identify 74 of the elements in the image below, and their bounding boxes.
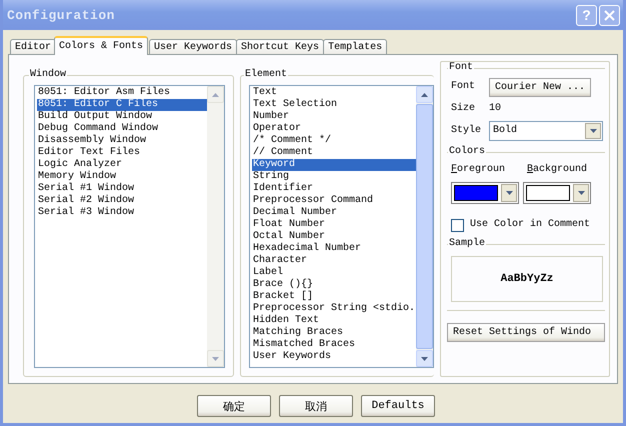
list-item[interactable]: Build Output Window	[37, 111, 207, 123]
field-label: Foregroun	[451, 164, 506, 176]
tab[interactable]: User Keywords	[149, 39, 238, 55]
list-item[interactable]: Text Selection	[252, 99, 416, 111]
list-item[interactable]: Disassembly Window	[37, 135, 207, 147]
checkbox-label: Use Color in Comment	[470, 219, 590, 231]
list-item[interactable]: Number	[252, 111, 416, 123]
list-item[interactable]: Logic Analyzer	[37, 159, 207, 171]
list-item[interactable]: /* Comment */	[252, 135, 416, 147]
list-item[interactable]: Debug Command Window	[37, 123, 207, 135]
scrollbar[interactable]	[416, 86, 433, 367]
window-list[interactable]	[34, 85, 225, 368]
up-arrow-icon	[421, 92, 428, 96]
list-item[interactable]: Memory Window	[37, 171, 207, 183]
group-label: Font	[448, 62, 474, 74]
list-item[interactable]: Preprocessor String <stdio.	[252, 303, 416, 315]
reset-button[interactable]: Reset Settings of Windo	[447, 323, 605, 342]
list-item[interactable]: 8051: Editor C Files	[37, 99, 207, 111]
font-button[interactable]: Courier New ...	[489, 78, 592, 96]
close-icon	[604, 10, 615, 20]
group-label: Window	[29, 69, 68, 81]
sample-text: AaBbYyZz	[500, 273, 554, 285]
list-item[interactable]: Hexadecimal Number	[252, 243, 416, 255]
list-item[interactable]: Serial #1 Window	[37, 183, 207, 195]
list-item[interactable]: Serial #2 Window	[37, 195, 207, 207]
scrollbar[interactable]	[207, 86, 224, 367]
down-arrow-icon	[421, 356, 428, 360]
field-label: Background	[527, 164, 588, 176]
dialog-button[interactable]: Defaults	[361, 395, 435, 417]
list-item[interactable]: Float Number	[252, 219, 416, 231]
size-value: 10	[489, 103, 502, 115]
list-item[interactable]: Hidden Text	[252, 315, 416, 327]
tab[interactable]: Shortcut Keys	[236, 39, 324, 55]
list-item[interactable]: String	[252, 171, 416, 183]
list-item[interactable]: // Comment	[252, 147, 416, 159]
list-item[interactable]: Octal Number	[252, 231, 416, 243]
list-item[interactable]: Character	[252, 255, 416, 267]
down-arrow-icon	[212, 356, 219, 360]
down-arrow-icon	[590, 129, 596, 133]
list-item[interactable]: User Keywords	[252, 351, 416, 363]
field-label: Font	[451, 81, 476, 93]
list-item[interactable]: Bracket []	[252, 291, 416, 303]
dialog-button[interactable]: 取消	[279, 395, 353, 417]
list-item[interactable]: Identifier	[252, 183, 416, 195]
list-item[interactable]: Mismatched Braces	[252, 339, 416, 351]
dialog-button[interactable]: 确定	[197, 395, 271, 417]
tab[interactable]: Templates	[323, 39, 388, 55]
field-label: Style	[451, 125, 482, 137]
field-label: Size	[451, 103, 476, 115]
group-label: Element	[244, 69, 288, 81]
color-dropdown[interactable]	[451, 182, 519, 204]
tab[interactable]: Colors & Fonts	[54, 36, 148, 55]
down-arrow-icon	[506, 191, 512, 195]
list-item[interactable]: 8051: Editor Asm Files	[37, 87, 207, 99]
list-item[interactable]: Matching Braces	[252, 327, 416, 339]
tab[interactable]: Editor	[10, 39, 56, 55]
list-item[interactable]: Text	[252, 87, 416, 99]
list-item[interactable]: Preprocessor Command	[252, 195, 416, 207]
style-dropdown[interactable]: Bold	[489, 121, 603, 141]
down-arrow-icon	[578, 191, 584, 195]
list-item[interactable]: Operator	[252, 123, 416, 135]
group-label: Colors	[448, 146, 486, 158]
element-list[interactable]	[249, 85, 434, 368]
window-title: Configuration	[7, 8, 116, 22]
list-item[interactable]: Decimal Number	[252, 207, 416, 219]
list-item[interactable]: Keyword	[252, 159, 416, 171]
up-arrow-icon	[212, 92, 219, 96]
list-item[interactable]: Brace (){}	[252, 279, 416, 291]
checkbox[interactable]	[451, 218, 464, 232]
color-dropdown[interactable]	[523, 182, 591, 204]
list-item[interactable]: Label	[252, 267, 416, 279]
group-label: Sample	[448, 238, 486, 250]
list-item[interactable]: Serial #3 Window	[37, 207, 207, 219]
list-item[interactable]: Editor Text Files	[37, 147, 207, 159]
